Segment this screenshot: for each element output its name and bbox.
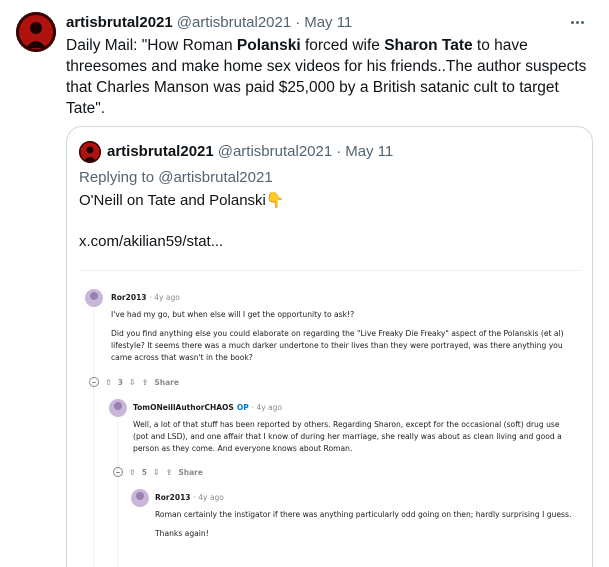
comment-body: I've had my go, but when else will I get…	[111, 309, 571, 371]
avatar-image	[16, 12, 56, 52]
share-icon[interactable]: ⇪	[142, 378, 149, 387]
op-badge: OP	[236, 403, 249, 412]
author-handle[interactable]: @artisbrutal2021	[177, 14, 291, 31]
arrow-up-icon[interactable]: ⇧	[105, 378, 112, 387]
tweet-text: Daily Mail: "How Roman Polanski forced w…	[66, 35, 591, 119]
comment-age: · 4y ago	[251, 403, 283, 412]
author-avatar[interactable]	[16, 12, 56, 52]
username-text: TomONeillAuthorCHAOS	[133, 403, 234, 412]
avatar-image	[79, 141, 101, 163]
arrow-up-icon[interactable]: ⇧	[129, 468, 136, 477]
more-horizontal-icon	[570, 20, 574, 24]
thread-line	[117, 421, 118, 567]
arrow-down-icon[interactable]: ⇩	[129, 378, 136, 387]
vote-count: 5	[141, 467, 147, 477]
embedded-image-reddit-thread[interactable]: Ror2013 · 4y ago I've had my go, but when…	[79, 270, 582, 567]
collapse-minus-icon[interactable]	[89, 377, 99, 387]
share-button[interactable]: Share	[178, 468, 203, 477]
comment-paragraph: Thanks again!	[155, 529, 209, 538]
comment-username: TomONeillAuthorCHAOS OP · 4y ago	[133, 403, 282, 412]
tweet-header: artisbrutal2021 @artisbrutal2021 · May 1…	[66, 12, 585, 32]
share-button[interactable]: Share	[154, 378, 179, 387]
quoted-tweet-link[interactable]: x.com/akilian59/stat...	[79, 233, 223, 250]
pointing-down-icon: 👇	[265, 192, 285, 209]
tweet-text-bold: Polanski	[236, 37, 301, 54]
quoted-author-name: artisbrutal2021	[107, 142, 214, 160]
quoted-tweet-card[interactable]: artisbrutal2021 @artisbrutal2021 · May 1…	[66, 126, 593, 567]
tweet-text-bold: Sharon Tate	[384, 37, 473, 54]
username-text: Ror2013	[155, 493, 191, 502]
thread-line	[93, 311, 94, 567]
comment-age: · 4y ago	[193, 493, 224, 502]
quoted-tweet-date: May 11	[345, 142, 394, 160]
separator-dot: ·	[295, 13, 301, 31]
tweet-text-part: Daily Mail: "How Roman	[66, 37, 237, 54]
comment-username: Ror2013 · 4y ago	[111, 293, 180, 302]
quoted-text-body: O'Neill on Tate and Polanski	[79, 192, 266, 209]
tweet-date[interactable]: May 11	[304, 14, 352, 31]
vote-count: 3	[117, 377, 123, 387]
more-options-button[interactable]	[567, 12, 587, 32]
comment-username: Ror2013 · 4y ago	[155, 493, 224, 502]
comment-paragraph: Did you find anything else you could ela…	[111, 329, 564, 362]
collapse-minus-icon[interactable]	[113, 467, 123, 477]
commenter-avatar	[85, 289, 103, 307]
separator-dot: ·	[336, 142, 342, 160]
replying-to-text: Replying to @artisbrutal2021	[79, 169, 273, 186]
comment-actions: ⇧ 3 ⇩ ⇪ Share	[89, 377, 179, 387]
comment-body: Well, a lot of that stuff has been repor…	[133, 419, 573, 462]
quoted-author-handle: @artisbrutal2021	[217, 142, 333, 160]
comment-paragraph: Roman certainly the instigator if there …	[155, 510, 572, 519]
author-name[interactable]: artisbrutal2021	[66, 14, 173, 31]
username-text: Ror2013	[111, 293, 147, 302]
quoted-tweet-text: O'Neill on Tate and Polanski👇	[79, 191, 285, 211]
comment-paragraph: I've had my go, but when else will I get…	[111, 310, 355, 319]
share-icon[interactable]: ⇪	[166, 468, 173, 477]
comment-body: Roman certainly the instigator if there …	[155, 509, 575, 547]
quoted-author-avatar	[79, 141, 101, 163]
comment-actions: ⇧ 5 ⇩ ⇪ Share	[113, 467, 203, 477]
tweet-text-part: forced wife	[300, 37, 385, 54]
comment-age: · 4y ago	[149, 293, 180, 302]
commenter-avatar	[109, 399, 127, 417]
arrow-down-icon[interactable]: ⇩	[153, 468, 160, 477]
commenter-avatar	[131, 489, 149, 507]
comment-paragraph: Well, a lot of that stuff has been repor…	[133, 420, 562, 453]
quoted-tweet-header: artisbrutal2021 @artisbrutal2021 · May 1…	[107, 141, 393, 161]
